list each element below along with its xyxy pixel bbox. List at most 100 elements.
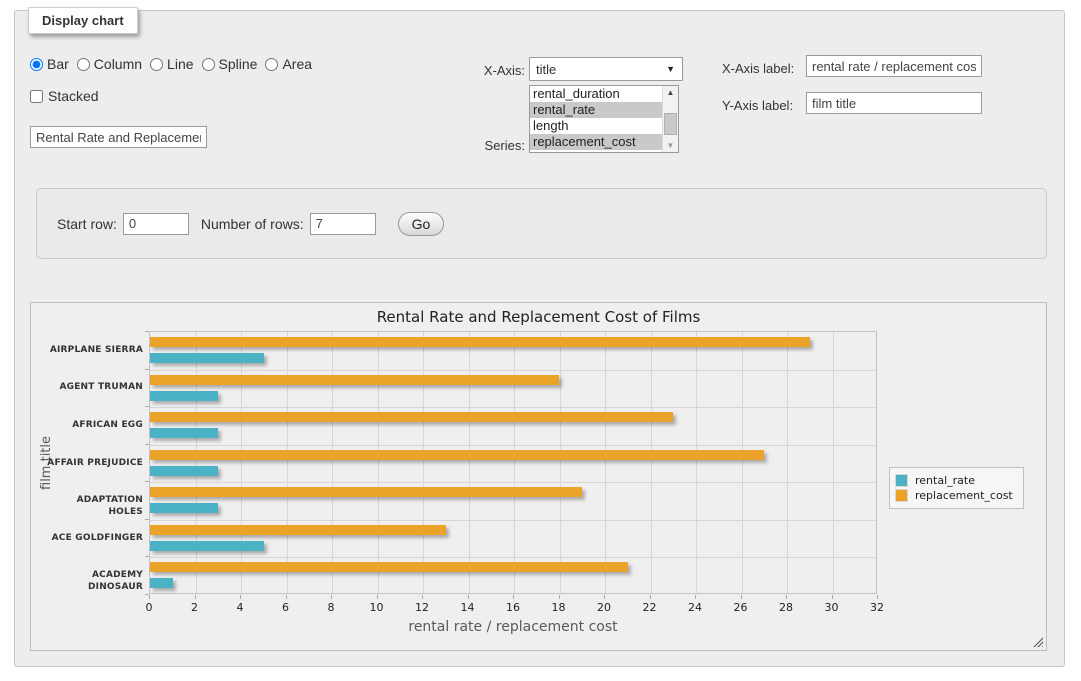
- x-tick-label: 2: [191, 601, 198, 614]
- gridline: [469, 332, 470, 593]
- x-tick-label: 24: [688, 601, 702, 614]
- chart-bar: [150, 466, 218, 476]
- chart-bar: [150, 578, 173, 588]
- radio-spline[interactable]: [202, 58, 215, 71]
- x-tick-label: 26: [734, 601, 748, 614]
- radio-line[interactable]: [150, 58, 163, 71]
- x-tick: [604, 595, 605, 599]
- x-axis-label-input[interactable]: [806, 55, 982, 77]
- legend-swatch: [895, 489, 908, 502]
- x-tick-label: 28: [779, 601, 793, 614]
- radio-label: Column: [94, 56, 142, 72]
- stacked-option[interactable]: Stacked: [30, 88, 99, 104]
- x-tick: [331, 595, 332, 599]
- y-tick: [145, 406, 149, 407]
- gridline: [742, 332, 743, 593]
- fieldset-legend: Display chart: [28, 7, 138, 34]
- chart-type-option-line[interactable]: Line: [150, 56, 193, 72]
- y-axis-label-input[interactable]: [806, 92, 982, 114]
- gridline: [150, 370, 876, 371]
- scrollbar[interactable]: ▲ ▼: [662, 86, 678, 152]
- y-tick: [145, 481, 149, 482]
- chart-type-option-bar[interactable]: Bar: [30, 56, 69, 72]
- gridline: [150, 520, 876, 521]
- number-of-rows-input[interactable]: [310, 213, 376, 235]
- gridline: [196, 332, 197, 593]
- gridline: [287, 332, 288, 593]
- x-tick: [741, 595, 742, 599]
- start-row-input[interactable]: [123, 213, 189, 235]
- radio-area[interactable]: [265, 58, 278, 71]
- x-tick: [377, 595, 378, 599]
- chart-title-input[interactable]: [30, 126, 207, 148]
- legend-item: replacement_cost: [895, 489, 1013, 502]
- x-tick-label: 22: [643, 601, 657, 614]
- gridline: [241, 332, 242, 593]
- x-axis-label-caption: X-Axis label:: [722, 61, 802, 76]
- number-of-rows-label: Number of rows:: [201, 216, 304, 232]
- series-option-length[interactable]: length: [530, 118, 662, 134]
- y-tick: [145, 556, 149, 557]
- gridline: [150, 445, 876, 446]
- radio-label: Line: [167, 56, 193, 72]
- chart-bar: [150, 412, 673, 422]
- gridline: [787, 332, 788, 593]
- chart-bar: [150, 487, 582, 497]
- x-tick: [286, 595, 287, 599]
- category-label: ADAPTATION HOLES: [45, 494, 143, 518]
- scroll-up-icon[interactable]: ▲: [663, 86, 678, 99]
- y-tick: [145, 519, 149, 520]
- chart-bar: [150, 541, 264, 551]
- legend-label: replacement_cost: [915, 489, 1013, 502]
- x-tick: [559, 595, 560, 599]
- x-tick: [468, 595, 469, 599]
- x-tick-label: 8: [328, 601, 335, 614]
- series-option-rental_rate[interactable]: rental_rate: [530, 102, 662, 118]
- legend-item: rental_rate: [895, 474, 1013, 487]
- series-listbox[interactable]: rental_durationrental_ratelengthreplacem…: [529, 85, 679, 153]
- chart-bar: [150, 375, 559, 385]
- category-label: ACADEMY DINOSAUR: [45, 569, 143, 593]
- resize-handle[interactable]: [1031, 635, 1043, 647]
- category-label: AIRPLANE SIERRA: [45, 344, 143, 356]
- go-button[interactable]: Go: [398, 212, 445, 236]
- category-label: AFRICAN EGG: [45, 419, 143, 431]
- series-option-replacement_cost[interactable]: replacement_cost: [530, 134, 662, 150]
- radio-column[interactable]: [77, 58, 90, 71]
- x-tick-label: 10: [370, 601, 384, 614]
- chart-bar: [150, 450, 764, 460]
- gridline: [150, 557, 876, 558]
- x-axis-select[interactable]: title ▼: [529, 57, 683, 81]
- x-tick: [513, 595, 514, 599]
- chart-bar: [150, 353, 264, 363]
- x-tick: [877, 595, 878, 599]
- legend-swatch: [895, 474, 908, 487]
- radio-bar[interactable]: [30, 58, 43, 71]
- gridline: [423, 332, 424, 593]
- x-tick-label: 4: [237, 601, 244, 614]
- x-tick-label: 14: [461, 601, 475, 614]
- y-tick: [145, 331, 149, 332]
- stacked-checkbox[interactable]: [30, 90, 43, 103]
- gridline: [150, 482, 876, 483]
- scroll-down-icon[interactable]: ▼: [663, 139, 678, 152]
- chart-type-option-spline[interactable]: Spline: [202, 56, 258, 72]
- scrollbar-thumb[interactable]: [664, 113, 677, 135]
- chart-bar: [150, 503, 218, 513]
- x-tick: [650, 595, 651, 599]
- gridline: [696, 332, 697, 593]
- chart-type-option-area[interactable]: Area: [265, 56, 312, 72]
- x-tick-label: 16: [506, 601, 520, 614]
- series-option-rental_duration[interactable]: rental_duration: [530, 86, 662, 102]
- chart-bar: [150, 428, 218, 438]
- gridline: [560, 332, 561, 593]
- x-tick-label: 20: [597, 601, 611, 614]
- x-tick: [195, 595, 196, 599]
- radio-label: Area: [282, 56, 312, 72]
- gridline: [833, 332, 834, 593]
- gridline: [514, 332, 515, 593]
- chart-bar: [150, 525, 446, 535]
- chart-panel: Rental Rate and Replacement Cost of Film…: [30, 302, 1047, 651]
- category-label: AGENT TRUMAN: [45, 381, 143, 393]
- chart-type-option-column[interactable]: Column: [77, 56, 142, 72]
